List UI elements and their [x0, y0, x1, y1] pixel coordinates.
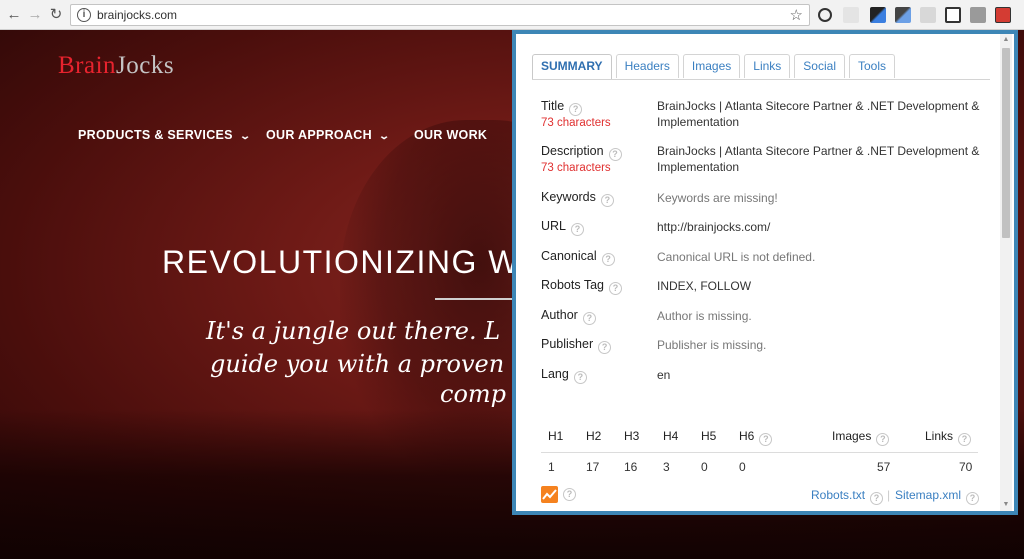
help-icon[interactable]: ?	[958, 433, 972, 446]
extension-page-icon[interactable]	[920, 7, 936, 23]
chevron-down-icon: ⌄	[239, 131, 252, 142]
title-label: Title?	[541, 99, 583, 116]
popup-scrollbar[interactable]: ▲ ▼	[1000, 34, 1012, 511]
stats-header-h5: H5	[701, 429, 717, 443]
author-value: Author is missing.	[657, 309, 752, 323]
description-char-count: 73 characters	[541, 162, 611, 174]
extension-info-icon[interactable]	[818, 8, 832, 22]
robots-tag-label: Robots Tag?	[541, 278, 623, 295]
description-value: BrainJocks | Atlanta Sitecore Partner & …	[657, 144, 980, 174]
scroll-down-icon[interactable]: ▼	[1000, 499, 1012, 511]
stats-value-h1: 1	[548, 460, 555, 474]
stats-header-h2: H2	[586, 429, 602, 443]
tab-summary[interactable]: SUMMARY	[532, 54, 612, 80]
author-label: Author?	[541, 308, 596, 325]
title-value: BrainJocks | Atlanta Sitecore Partner & …	[657, 99, 980, 129]
scroll-up-icon[interactable]: ▲	[1000, 34, 1012, 46]
description-label: Description?	[541, 144, 622, 161]
link-separator: |	[887, 488, 891, 502]
url-value: http://brainjocks.com/	[657, 220, 771, 234]
hero-tagline-line: comp	[440, 380, 507, 408]
stats-value-links: 70	[959, 460, 973, 474]
help-icon[interactable]: ?	[876, 433, 890, 446]
chevron-down-icon: ⌄	[378, 131, 391, 142]
stats-header-images: Images?	[832, 429, 890, 446]
help-icon[interactable]: ?	[582, 312, 596, 325]
publisher-value: Publisher is missing.	[657, 338, 767, 352]
popup-content: SUMMARY Headers Images Links Social Tool…	[526, 42, 990, 507]
stats-value-h4: 3	[663, 460, 670, 474]
browser-toolbar: ← → ↻ i brainjocks.com ☆	[0, 0, 1024, 30]
stats-header-h4: H4	[663, 429, 679, 443]
scroll-thumb[interactable]	[1002, 48, 1010, 238]
stats-header-h3: H3	[624, 429, 640, 443]
reload-icon[interactable]: ↻	[46, 5, 66, 25]
hero-tagline-line: guide you with a proven	[210, 350, 505, 378]
extension-eyedropper-icon[interactable]	[870, 7, 886, 23]
help-icon[interactable]: ?	[609, 282, 623, 295]
stats-value-h3: 16	[624, 460, 638, 474]
stats-value-images: 57	[877, 460, 891, 474]
lang-label: Lang?	[541, 367, 587, 384]
address-url[interactable]: brainjocks.com	[97, 8, 177, 22]
canonical-value: Canonical URL is not defined.	[657, 250, 816, 264]
hero-headline: REVOLUTIONIZING W	[162, 244, 520, 280]
tab-headers[interactable]: Headers	[615, 54, 679, 78]
extension-gear-icon[interactable]	[843, 7, 859, 23]
tab-social[interactable]: Social	[794, 54, 845, 78]
back-icon[interactable]: ←	[4, 5, 24, 25]
help-icon[interactable]: ?	[601, 253, 615, 266]
address-bar[interactable]: i brainjocks.com ☆	[70, 4, 810, 26]
tab-divider	[532, 79, 990, 80]
help-icon[interactable]: ?	[600, 194, 614, 207]
help-icon[interactable]: ?	[573, 371, 587, 384]
extension-k-icon[interactable]	[970, 7, 986, 23]
bookmark-star-icon[interactable]: ☆	[790, 6, 803, 24]
extension-s-icon[interactable]	[945, 7, 961, 23]
nav-our-work[interactable]: OUR WORK	[414, 128, 487, 142]
seo-popup: SUMMARY Headers Images Links Social Tool…	[512, 30, 1018, 515]
robots-txt-link[interactable]: Robots.txt?	[811, 488, 884, 505]
brainjocks-logo[interactable]: BrainJocks	[58, 52, 174, 80]
help-icon[interactable]: ?	[870, 492, 884, 505]
stats-divider	[541, 452, 978, 453]
stats-value-h5: 0	[701, 460, 708, 474]
help-icon[interactable]: ?	[598, 341, 612, 354]
stats-value-h2: 17	[586, 460, 600, 474]
extension-colorpicker-icon[interactable]	[895, 7, 911, 23]
title-char-count: 73 characters	[541, 117, 611, 129]
help-icon[interactable]: ?	[608, 148, 622, 161]
nav-our-approach[interactable]: OUR APPROACH ⌄	[266, 128, 391, 142]
nav-products-services[interactable]: PRODUCTS & SERVICES ⌄	[78, 128, 252, 142]
tab-tools[interactable]: Tools	[848, 54, 895, 78]
tab-links[interactable]: Links	[744, 54, 791, 78]
stats-header-links: Links?	[925, 429, 972, 446]
help-icon[interactable]: ?	[563, 488, 576, 501]
trend-chart-icon[interactable]	[541, 486, 558, 503]
keywords-value: Keywords are missing!	[657, 191, 778, 205]
seo-extension-icon[interactable]	[995, 7, 1011, 23]
forward-icon[interactable]: →	[25, 5, 45, 25]
help-icon[interactable]: ?	[569, 103, 583, 116]
help-icon[interactable]: ?	[759, 433, 773, 446]
sitemap-xml-link[interactable]: Sitemap.xml?	[895, 488, 980, 505]
canonical-label: Canonical?	[541, 249, 615, 266]
robots-tag-value: INDEX, FOLLOW	[657, 279, 752, 293]
keywords-label: Keywords?	[541, 190, 614, 207]
stats-value-h6: 0	[739, 460, 746, 474]
lang-value: en	[657, 368, 671, 382]
stats-header-h6: H6?	[739, 429, 773, 446]
help-icon[interactable]: ?	[571, 223, 585, 236]
popup-tabs: SUMMARY Headers Images Links Social Tool…	[532, 54, 899, 80]
stats-header-h1: H1	[548, 429, 564, 443]
publisher-label: Publisher?	[541, 337, 612, 354]
help-icon[interactable]: ?	[966, 492, 980, 505]
site-info-icon[interactable]: i	[77, 8, 91, 22]
url-label: URL?	[541, 219, 585, 236]
tab-images[interactable]: Images	[682, 54, 741, 78]
hero-tagline-line: It's a jungle out there. L	[206, 317, 501, 345]
